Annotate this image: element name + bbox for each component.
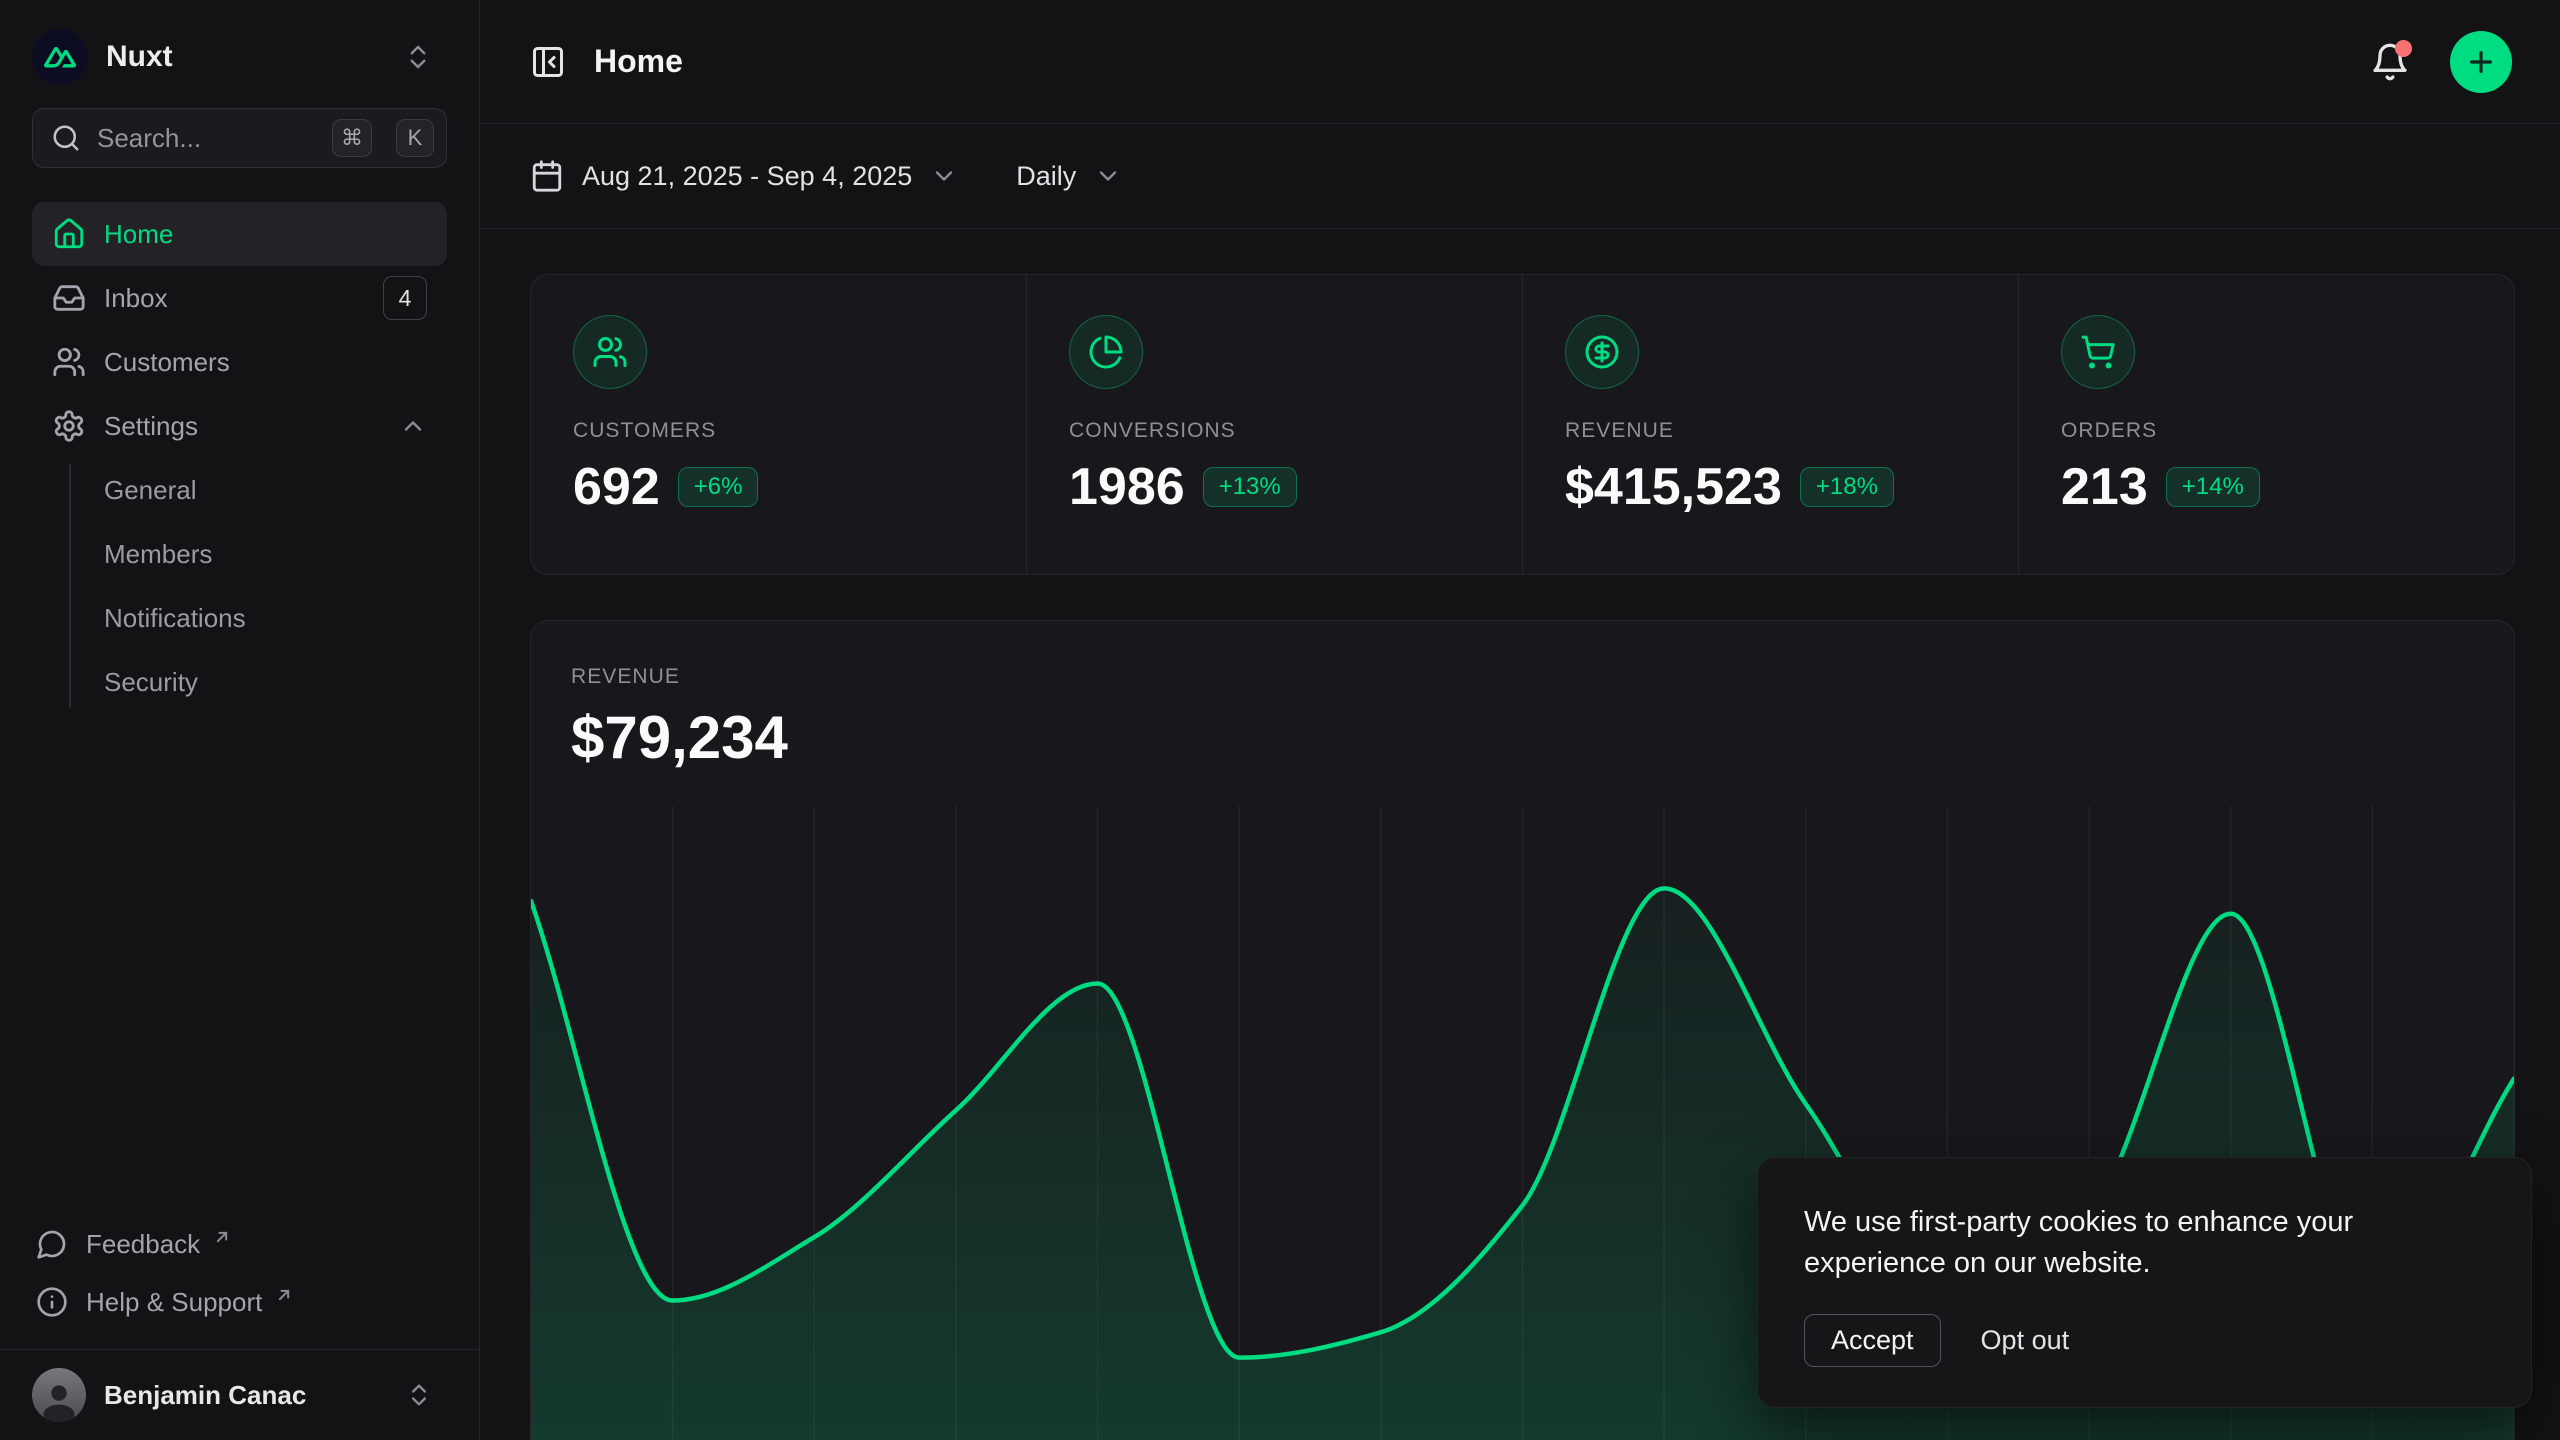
stat-delta-badge: +13% — [1203, 467, 1297, 507]
revenue-chart-label: REVENUE — [571, 665, 2474, 689]
stat-customers: CUSTOMERS 692 +6% — [531, 275, 1026, 574]
app-root: Nuxt ⌘ K Home — [0, 0, 2560, 1440]
sidebar-item-home[interactable]: Home — [32, 202, 447, 266]
notification-dot — [2395, 40, 2412, 57]
stat-label: REVENUE — [1565, 419, 1976, 443]
nuxt-logo-icon — [32, 29, 88, 85]
user-menu[interactable]: Benjamin Canac — [0, 1349, 479, 1440]
sidebar-footer-links: Feedback Help & Support — [32, 1215, 447, 1331]
stat-label: ORDERS — [2061, 419, 2472, 443]
stat-delta-badge: +18% — [1800, 467, 1894, 507]
users-icon — [52, 345, 86, 379]
notifications-button[interactable] — [2370, 42, 2410, 82]
brand-name: Nuxt — [106, 40, 173, 74]
house-icon — [52, 217, 86, 251]
external-link-icon — [212, 1227, 232, 1247]
add-button[interactable] — [2450, 31, 2512, 93]
info-circle-icon — [36, 1286, 68, 1318]
stat-label: CONVERSIONS — [1069, 419, 1480, 443]
search-input[interactable]: ⌘ K — [32, 108, 447, 168]
chevron-down-icon — [930, 162, 958, 190]
plus-icon — [2465, 46, 2497, 78]
inbox-count-badge: 4 — [383, 276, 427, 320]
chevron-down-icon — [1094, 162, 1122, 190]
sidebar-item-notifications[interactable]: Notifications — [32, 586, 447, 650]
sidebar-spacer — [32, 714, 447, 1215]
avatar — [32, 1368, 86, 1422]
stat-orders: ORDERS 213 +14% — [2018, 275, 2514, 574]
date-range-picker[interactable]: Aug 21, 2025 - Sep 4, 2025 — [530, 159, 958, 193]
stat-value: 1986 — [1069, 457, 1185, 517]
help-support-link[interactable]: Help & Support — [32, 1273, 447, 1331]
collapse-sidebar-icon[interactable] — [530, 44, 566, 80]
workspace-row: Nuxt — [32, 28, 447, 86]
sidebar: Nuxt ⌘ K Home — [0, 0, 480, 1440]
chevrons-up-down-icon[interactable] — [403, 42, 433, 72]
sidebar-item-label: Customers — [104, 347, 230, 378]
accept-cookies-button[interactable]: Accept — [1804, 1314, 1941, 1367]
stat-value: $415,523 — [1565, 457, 1782, 517]
inbox-icon — [52, 281, 86, 315]
stat-label: CUSTOMERS — [573, 419, 984, 443]
search-icon — [51, 123, 81, 153]
stats-card: CUSTOMERS 692 +6% CONVERSIONS 1986 +13% — [530, 274, 2515, 575]
date-range-value: Aug 21, 2025 - Sep 4, 2025 — [582, 161, 912, 192]
sidebar-item-members[interactable]: Members — [32, 522, 447, 586]
sidebar-item-security[interactable]: Security — [32, 650, 447, 714]
shopping-cart-icon — [2061, 315, 2135, 389]
stat-conversions: CONVERSIONS 1986 +13% — [1026, 275, 1522, 574]
users-icon — [573, 315, 647, 389]
message-bubble-icon — [36, 1228, 68, 1260]
stat-revenue: REVENUE $415,523 +18% — [1522, 275, 2018, 574]
sidebar-item-inbox[interactable]: Inbox 4 — [32, 266, 447, 330]
kbd-k: K — [396, 119, 434, 157]
gear-icon — [52, 409, 86, 443]
stat-delta-badge: +6% — [678, 467, 759, 507]
pie-chart-icon — [1069, 315, 1143, 389]
kbd-meta: ⌘ — [332, 119, 372, 157]
sidebar-item-label: Settings — [104, 411, 198, 442]
external-link-icon — [274, 1285, 294, 1305]
chevron-up-icon — [399, 412, 427, 440]
user-name: Benjamin Canac — [104, 1380, 306, 1411]
calendar-icon — [530, 159, 564, 193]
page-title: Home — [594, 43, 683, 80]
search-field[interactable] — [97, 123, 316, 154]
workspace-switcher[interactable]: Nuxt — [32, 29, 173, 85]
stat-value: 213 — [2061, 457, 2148, 517]
settings-subnav: General Members Notifications Security — [32, 458, 447, 714]
chevrons-up-down-icon — [405, 1381, 433, 1409]
granularity-value: Daily — [1016, 161, 1076, 192]
topbar: Home — [480, 0, 2560, 124]
feedback-link[interactable]: Feedback — [32, 1215, 447, 1273]
sidebar-item-customers[interactable]: Customers — [32, 330, 447, 394]
sidebar-item-settings[interactable]: Settings — [32, 394, 447, 458]
sidebar-item-label: Inbox — [104, 283, 168, 314]
help-support-label: Help & Support — [86, 1287, 262, 1318]
revenue-chart-total: $79,234 — [571, 703, 2474, 772]
filters-toolbar: Aug 21, 2025 - Sep 4, 2025 Daily — [480, 124, 2560, 229]
cookie-message: We use first-party cookies to enhance yo… — [1804, 1202, 2485, 1284]
sidebar-nav: Home Inbox 4 Customers — [32, 202, 447, 714]
circle-dollar-icon — [1565, 315, 1639, 389]
feedback-label: Feedback — [86, 1229, 200, 1260]
sidebar-item-label: Home — [104, 219, 173, 250]
stat-delta-badge: +14% — [2166, 467, 2260, 507]
optout-cookies-button[interactable]: Opt out — [1981, 1325, 2070, 1356]
granularity-select[interactable]: Daily — [1016, 161, 1122, 192]
cookie-banner: We use first-party cookies to enhance yo… — [1757, 1157, 2532, 1408]
sidebar-item-general[interactable]: General — [32, 458, 447, 522]
stat-value: 692 — [573, 457, 660, 517]
